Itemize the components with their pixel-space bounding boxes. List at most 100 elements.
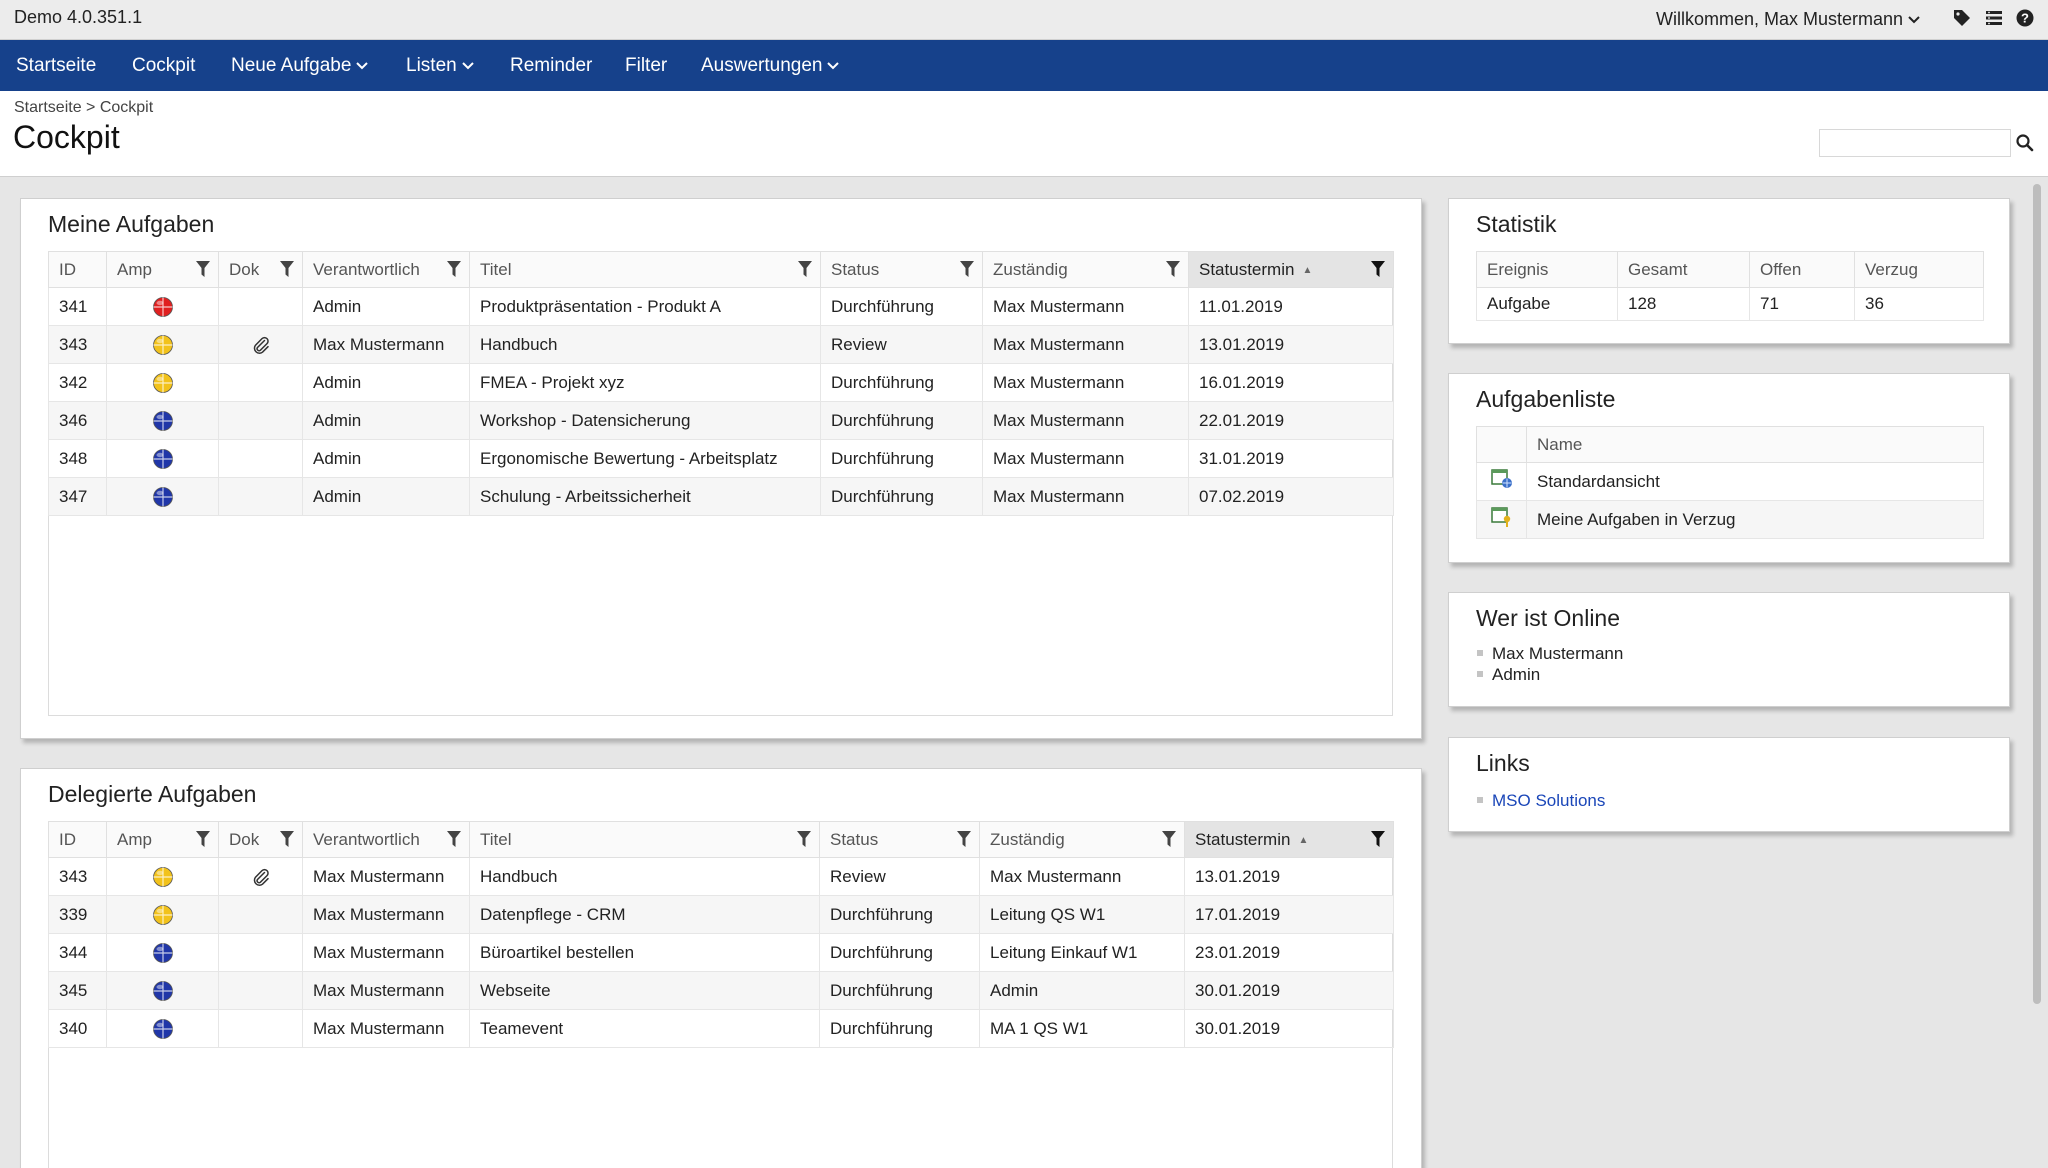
table-row[interactable]: 339 Max Mustermann Datenpflege - CRM Durchf… [48, 895, 1394, 934]
statistik-table: Ereignis Gesamt Offen Verzug Aufgabe 128… [1476, 251, 1984, 321]
cell-dok [218, 933, 303, 972]
cell-name[interactable]: Meine Aufgaben in Verzug [1526, 500, 1984, 539]
ampel-blue-icon [152, 486, 174, 508]
nav-item-auswertungen[interactable]: Auswertungen [701, 55, 840, 77]
filter-icon[interactable] [196, 261, 210, 277]
table-row[interactable]: 347 Admin Schulung - Arbeitssicherheit Durc… [48, 477, 1394, 516]
cell-id: 348 [48, 439, 107, 478]
search-icon[interactable] [2015, 133, 2035, 153]
nav-item-startseite[interactable]: Startseite [16, 55, 96, 77]
cell-statustermin: 30.01.2019 [1184, 971, 1394, 1010]
cell-dok [218, 477, 303, 516]
col-header-zustaendig[interactable]: Zuständig [982, 251, 1189, 288]
col-header-id[interactable]: ID [48, 251, 107, 288]
cell-status: Durchführung [819, 933, 980, 972]
col-header-statustermin[interactable]: Statustermin ▲ [1188, 251, 1394, 288]
col-header-amp[interactable]: Amp [106, 821, 219, 858]
nav-item-listen[interactable]: Listen [406, 55, 475, 77]
table-row[interactable]: 342 Admin FMEA - Projekt xyz Durchführung Ma… [48, 363, 1394, 402]
list-settings-icon[interactable] [1984, 8, 2004, 28]
link-mso-solutions[interactable]: MSO Solutions [1492, 791, 1605, 810]
table-row[interactable]: 346 Admin Workshop - Datensicherung Durchfü… [48, 401, 1394, 440]
online-user-list: Max Mustermann Admin [1476, 643, 1623, 685]
cell-dok [218, 439, 303, 478]
cell-id: 345 [48, 971, 107, 1010]
ampel-blue-icon [152, 448, 174, 470]
col-header-dok[interactable]: Dok [218, 251, 303, 288]
filter-icon[interactable] [447, 831, 461, 847]
filter-icon[interactable] [797, 831, 811, 847]
nav-item-neue-aufgabe[interactable]: Neue Aufgabe [231, 55, 369, 77]
breadcrumb-home[interactable]: Startseite [14, 99, 82, 116]
list-item[interactable]: Meine Aufgaben in Verzug [1476, 500, 1984, 539]
col-header-titel[interactable]: Titel [469, 251, 821, 288]
cell-statustermin: 23.01.2019 [1184, 933, 1394, 972]
cell-statustermin: 31.01.2019 [1188, 439, 1394, 478]
table-row[interactable]: 343 Max Mustermann Handbuch Review Max Muste… [48, 857, 1394, 896]
table-row[interactable]: 343 Max Mustermann Handbuch Review Max Muste… [48, 325, 1394, 364]
user-menu[interactable]: Willkommen, Max Mustermann [1656, 9, 1921, 30]
attachment-icon[interactable] [251, 867, 271, 887]
page-scrollbar[interactable] [2030, 180, 2044, 1168]
scrollbar-thumb[interactable] [2033, 184, 2041, 1004]
col-header-verantwortlich[interactable]: Verantwortlich [302, 251, 470, 288]
ampel-yellow-icon [152, 334, 174, 356]
table-row[interactable]: 340 Max Mustermann Teamevent Durchführung MA… [48, 1009, 1394, 1048]
cell-verzug[interactable]: 36 [1854, 287, 1984, 321]
cell-titel: Teamevent [469, 1009, 820, 1048]
table-row[interactable]: 348 Admin Ergonomische Bewertung - Arbeits… [48, 439, 1394, 478]
table-row[interactable]: Aufgabe 128 71 36 [1476, 287, 1984, 321]
meine-aufgaben-table: ID Amp Dok Verantwortlich Titel Status Z… [48, 251, 1394, 516]
table-header-row: ID Amp Dok Verantwortlich Titel Status Z… [48, 821, 1394, 858]
col-header-id[interactable]: ID [48, 821, 107, 858]
attachment-icon[interactable] [251, 335, 271, 355]
filter-icon[interactable] [960, 261, 974, 277]
filter-icon[interactable] [957, 831, 971, 847]
column-label: Zuständig [993, 259, 1068, 279]
nav-label: Listen [406, 55, 457, 76]
cell-dok [218, 857, 303, 896]
col-header-dok[interactable]: Dok [218, 821, 303, 858]
filter-icon[interactable] [1371, 831, 1385, 847]
col-header-verantwortlich[interactable]: Verantwortlich [302, 821, 470, 858]
filter-icon[interactable] [196, 831, 210, 847]
col-header-statustermin[interactable]: Statustermin ▲ [1184, 821, 1394, 858]
nav-item-reminder[interactable]: Reminder [510, 55, 592, 77]
filter-icon[interactable] [1162, 831, 1176, 847]
cell-status: Review [819, 857, 980, 896]
cell-titel: Ergonomische Bewertung - Arbeitsplatz [469, 439, 821, 478]
cell-name[interactable]: Standardansicht [1526, 462, 1984, 501]
col-header-amp[interactable]: Amp [106, 251, 219, 288]
nav-item-cockpit[interactable]: Cockpit [132, 55, 195, 77]
col-header-icon [1476, 426, 1527, 463]
filter-icon[interactable] [447, 261, 461, 277]
col-header-zustaendig[interactable]: Zuständig [979, 821, 1185, 858]
chevron-down-icon [1908, 16, 1920, 24]
cell-verantwortlich: Admin [302, 287, 470, 326]
filter-icon[interactable] [798, 261, 812, 277]
col-header-status[interactable]: Status [820, 251, 983, 288]
table-row[interactable]: 345 Max Mustermann Webseite Durchführung Adm… [48, 971, 1394, 1010]
cell-offen[interactable]: 71 [1749, 287, 1855, 321]
ampel-blue-icon [152, 980, 174, 1002]
nav-item-filter[interactable]: Filter [625, 55, 667, 77]
cell-icon [1476, 462, 1527, 501]
meine-aufgaben-panel: Meine Aufgaben ID Amp Dok Verantwortlich… [20, 198, 1422, 739]
col-header-titel[interactable]: Titel [469, 821, 820, 858]
filter-icon[interactable] [280, 831, 294, 847]
cell-amp [106, 857, 219, 896]
tag-icon[interactable] [1952, 8, 1972, 28]
table-row[interactable]: 344 Max Mustermann Büroartikel bestellen Du… [48, 933, 1394, 972]
col-header-status[interactable]: Status [819, 821, 980, 858]
filter-icon[interactable] [1371, 261, 1385, 277]
cell-gesamt[interactable]: 128 [1617, 287, 1750, 321]
aufgabenliste-table: Name Standardansicht Meine Aufgaben in V… [1476, 426, 1984, 539]
search-input[interactable] [1819, 129, 2011, 157]
help-icon[interactable]: ? [2015, 8, 2035, 28]
filter-icon[interactable] [1166, 261, 1180, 277]
filter-icon[interactable] [280, 261, 294, 277]
cell-amp [106, 933, 219, 972]
table-row[interactable]: 341 Admin Produktpräsentation - Produkt AD… [48, 287, 1394, 326]
list-item[interactable]: Standardansicht [1476, 462, 1984, 501]
nav-label: Filter [625, 55, 668, 76]
